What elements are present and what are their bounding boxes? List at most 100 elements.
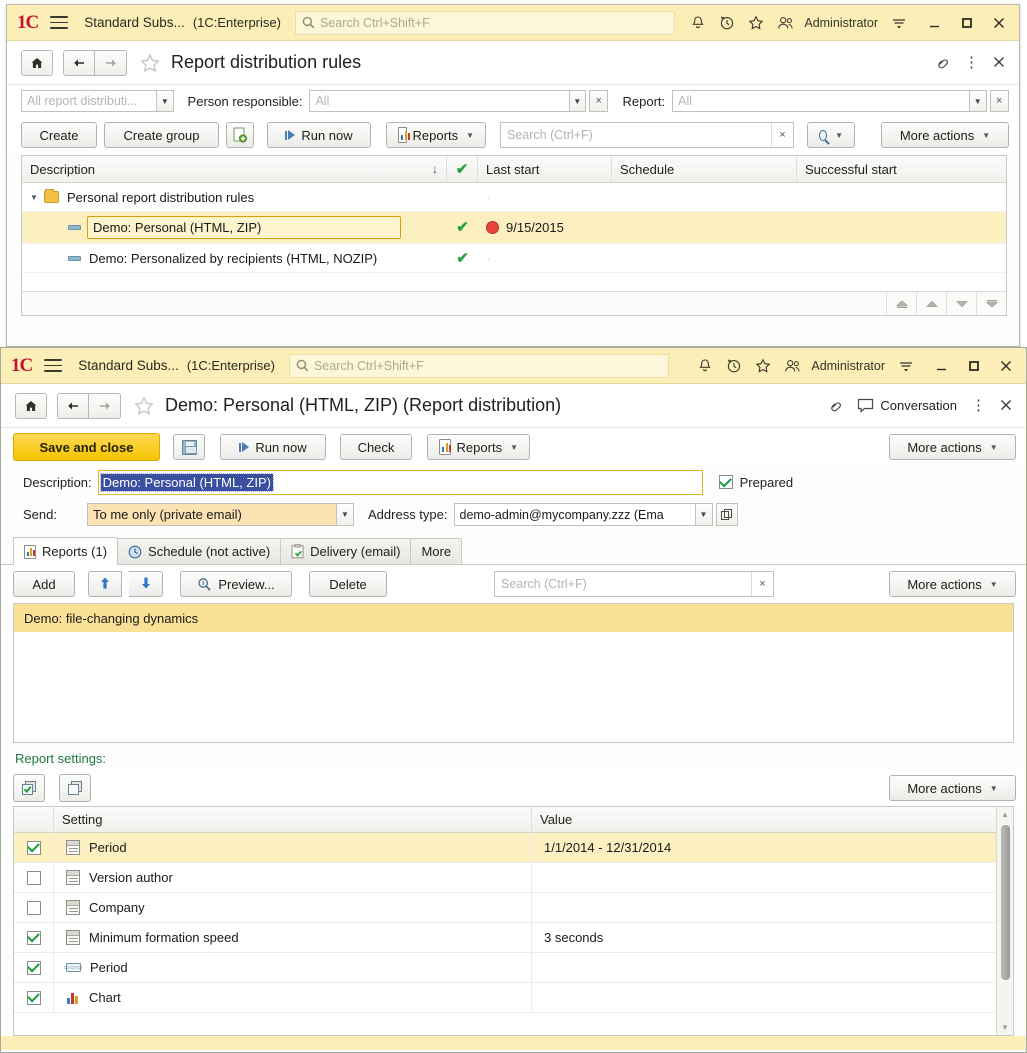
create-button[interactable]: Create (21, 122, 97, 148)
reports-more-actions-button[interactable]: More actions ▼ (889, 571, 1016, 597)
setting-checkbox[interactable] (26, 960, 41, 975)
setting-checkbox[interactable] (26, 930, 41, 945)
notifications-icon[interactable] (697, 358, 713, 374)
options-icon[interactable] (891, 15, 907, 31)
history-icon[interactable] (719, 15, 735, 31)
options-icon[interactable] (898, 358, 914, 374)
back-button[interactable] (57, 392, 89, 419)
main-search-input[interactable] (501, 123, 771, 147)
report-filter-dropdown-icon[interactable]: ▼ (970, 90, 987, 112)
scrollbar-thumb[interactable] (1000, 825, 1010, 980)
setting-checkbox[interactable] (26, 900, 41, 915)
global-search-input[interactable]: Search Ctrl+Shift+F (288, 353, 669, 378)
maximize-icon[interactable] (959, 15, 975, 31)
report-filter-field[interactable]: All (672, 90, 971, 112)
notifications-icon[interactable] (690, 15, 706, 31)
send-dropdown-icon[interactable]: ▼ (337, 503, 354, 526)
users-icon[interactable] (777, 15, 794, 31)
menu-icon[interactable] (50, 16, 69, 29)
history-icon[interactable] (726, 358, 742, 374)
minimize-icon[interactable] (927, 15, 943, 31)
dialog-reports-button[interactable]: Reports ▼ (427, 434, 530, 460)
setting-value[interactable]: 3 seconds (532, 930, 1013, 945)
scroll-up-icon[interactable] (916, 292, 946, 315)
link-icon[interactable] (933, 54, 950, 71)
forward-button[interactable] (89, 392, 121, 419)
settings-copy-button[interactable] (59, 774, 91, 802)
table-row[interactable]: Demo: Personal (HTML, ZIP) ✔ 9/15/2015 (22, 212, 1006, 244)
person-responsible-dropdown-icon[interactable]: ▼ (569, 90, 587, 112)
global-search-input[interactable]: Search Ctrl+Shift+F (294, 10, 675, 35)
tree-expand-icon[interactable]: ▼ (30, 193, 42, 202)
close-tab-icon[interactable] (993, 55, 1005, 71)
table-row[interactable]: Period 1/1/2014 - 12/31/2014 (14, 833, 1013, 863)
scroll-down-icon[interactable] (946, 292, 976, 315)
move-down-button[interactable] (129, 571, 163, 597)
add-to-favorites-icon[interactable] (133, 395, 155, 417)
tab-more[interactable]: More (410, 538, 463, 564)
list-selector-dropdown-icon[interactable]: ▼ (157, 90, 174, 112)
maximize-icon[interactable] (966, 358, 982, 374)
favorites-icon[interactable] (748, 15, 764, 31)
close-tab-icon[interactable] (1000, 398, 1012, 414)
table-row[interactable]: Demo: Personalized by recipients (HTML, … (22, 244, 1006, 273)
scroll-down-icon[interactable]: ▼ (1001, 1020, 1009, 1035)
tab-delivery[interactable]: Delivery (email) (280, 538, 412, 564)
home-button[interactable] (15, 392, 47, 419)
setting-checkbox[interactable] (26, 870, 41, 885)
settings-vertical-scrollbar[interactable]: ▲ ▼ (996, 807, 1013, 1035)
dialog-more-actions-button[interactable]: More actions ▼ (889, 434, 1016, 460)
reports-list[interactable]: Demo: file-changing dynamics (13, 603, 1014, 743)
reports-search-input[interactable] (495, 572, 751, 596)
column-header-schedule[interactable]: Schedule (612, 156, 797, 182)
create-group-button[interactable]: Create group (104, 122, 219, 148)
table-row[interactable]: Chart (14, 983, 1013, 1013)
find-button[interactable]: ▼ (807, 122, 855, 148)
favorites-icon[interactable] (755, 358, 771, 374)
table-row[interactable]: Version author (14, 863, 1013, 893)
link-icon[interactable] (826, 397, 843, 414)
close-icon[interactable] (991, 15, 1007, 31)
column-header-last-start[interactable]: Last start (478, 156, 612, 182)
prepared-checkbox[interactable] (718, 475, 733, 489)
table-row[interactable]: Company (14, 893, 1013, 923)
conversation-button[interactable]: Conversation (857, 398, 957, 413)
users-icon[interactable] (784, 358, 801, 374)
person-responsible-field[interactable]: All (309, 90, 570, 112)
report-filter-clear-button[interactable]: × (989, 90, 1009, 112)
main-more-actions-button[interactable]: More actions ▼ (881, 122, 1009, 148)
save-button[interactable] (173, 434, 205, 460)
menu-icon[interactable] (44, 359, 63, 372)
column-header-description[interactable]: Description ↓ (22, 156, 447, 182)
run-now-button[interactable]: Run now (267, 122, 371, 148)
more-menu-icon[interactable]: ⋮ (971, 398, 986, 413)
main-search-clear-icon[interactable]: × (771, 123, 793, 147)
row-description-focused[interactable]: Demo: Personal (HTML, ZIP) (87, 216, 401, 239)
tab-reports[interactable]: Reports (1) (13, 537, 119, 565)
scroll-up-icon[interactable]: ▲ (1001, 807, 1009, 822)
home-button[interactable] (21, 49, 53, 76)
back-button[interactable] (63, 49, 95, 76)
delete-report-button[interactable]: Delete (309, 571, 387, 597)
column-header-setting[interactable]: Setting (54, 807, 532, 832)
reports-button[interactable]: Reports ▼ (386, 122, 486, 148)
dialog-run-now-button[interactable]: Run now (220, 434, 326, 460)
tab-schedule[interactable]: Schedule (not active) (117, 538, 282, 564)
close-icon[interactable] (998, 358, 1014, 374)
person-responsible-clear-button[interactable]: × (589, 90, 609, 112)
settings-check-all-button[interactable] (13, 774, 45, 802)
main-search-box[interactable]: × (500, 122, 794, 148)
forward-button[interactable] (95, 49, 127, 76)
send-select[interactable]: To me only (private email) (87, 503, 337, 526)
save-and-close-button[interactable]: Save and close (13, 433, 160, 461)
current-user-label[interactable]: Administrator (804, 16, 878, 30)
table-row[interactable]: ▼ Personal report distribution rules · (22, 183, 1006, 212)
add-to-favorites-icon[interactable] (139, 52, 161, 74)
column-header-enabled[interactable]: ✔ (447, 156, 478, 182)
setting-checkbox[interactable] (26, 990, 41, 1005)
settings-more-actions-button[interactable]: More actions ▼ (889, 775, 1016, 801)
more-menu-icon[interactable]: ⋮ (964, 55, 979, 70)
address-type-field[interactable]: demo-admin@mycompany.zzz (Ema (453, 503, 696, 526)
setting-value[interactable]: 1/1/2014 - 12/31/2014 (532, 840, 1013, 855)
address-open-button[interactable] (715, 503, 738, 526)
